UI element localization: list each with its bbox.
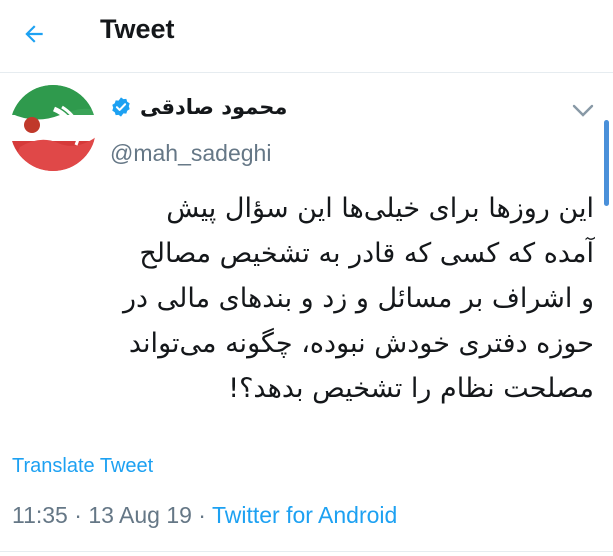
tweet-line: و اشراف بر مسائل و زد و بندهای مالی در [123, 283, 594, 314]
avatar[interactable] [10, 85, 96, 171]
top-bar: Tweet [0, 0, 613, 73]
tweet-line: حوزه دفتری خودش نبوده، چگونه می‌تواند [128, 328, 594, 359]
tweet-line: آمده که کسی که قادر به تشخیص مصالح [139, 238, 594, 269]
author-handle[interactable]: @mah_sadeghi [110, 140, 271, 167]
arrow-left-icon [25, 25, 43, 43]
author-name-row: محمود صادقی [110, 95, 287, 119]
tweet-date: 13 Aug 19 [88, 502, 192, 528]
tweet-time: 11:35 [12, 502, 68, 528]
tweet-line: مصلحت نظام را تشخیص بدهد؟! [228, 373, 594, 404]
tweet-line: این روزها برای خیلی‌ها این سؤال پیش [166, 193, 594, 224]
meta-separator: · [191, 502, 212, 528]
divider [0, 551, 613, 552]
tweet-meta: 11:35 · 13 Aug 19 · Twitter for Android [12, 502, 397, 529]
tweet-text: این روزها برای خیلی‌ها این سؤال پیش آمده… [12, 186, 594, 411]
more-options-button[interactable] [566, 96, 600, 126]
tweet-source-link[interactable]: Twitter for Android [212, 502, 397, 528]
meta-separator: · [67, 502, 89, 528]
scrollbar[interactable] [604, 120, 609, 206]
verified-badge-icon [112, 97, 130, 117]
translate-tweet-link[interactable]: Translate Tweet [12, 455, 153, 478]
page-title: Tweet [100, 14, 175, 44]
back-button[interactable] [14, 14, 54, 54]
author-display-name[interactable]: محمود صادقی [140, 95, 287, 119]
chevron-down-icon [572, 104, 594, 117]
